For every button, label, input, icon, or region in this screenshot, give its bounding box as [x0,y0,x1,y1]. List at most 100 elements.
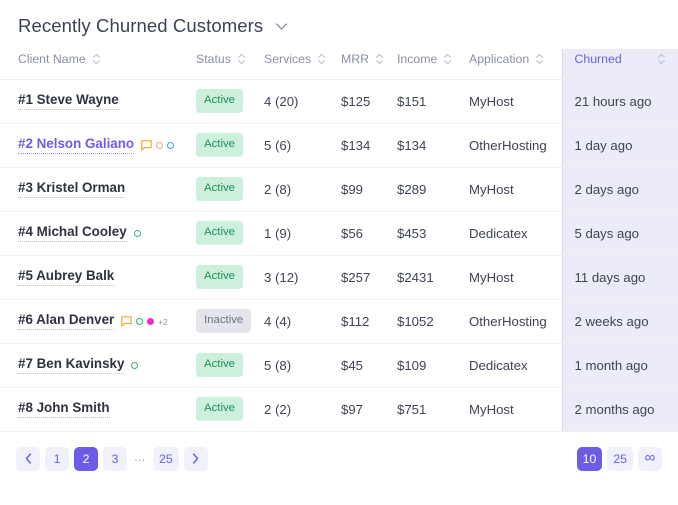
cell-services: 2 (2) [264,387,341,432]
pagination-controls: 1 2 3... 25 [16,446,208,471]
cell-mrr: $134 [341,123,397,168]
client-name-link[interactable]: #1 Steve Wayne [18,92,119,110]
table-row[interactable]: #7 Ben Kavinsky Active 5 (8) $45 $109 Dedicat… [0,343,678,388]
client-name-link[interactable]: #3 Kristel Orman [18,180,126,198]
cell-client-name: #8 John Smith [0,387,196,432]
table-row[interactable]: #2 Nelson Galiano Active 5 (6) $134 $134 Othe… [0,123,678,168]
column-header-services[interactable]: Services [264,49,341,80]
pagination-next-button[interactable] [183,446,208,471]
cell-churned: 21 hours ago [561,79,678,124]
row-icon-group [131,361,139,369]
cell-churned: 5 days ago [561,211,678,256]
recently-churned-customers-card: Recently Churned Customers Client Name St… [0,0,678,505]
row-icon-group: +2 [121,315,168,327]
row-icon-group [133,229,141,237]
cell-client-name: #5 Aubrey Balk [0,255,196,300]
client-name-link[interactable]: #6 Alan Denver [18,312,115,330]
status-badge: Active [196,397,244,421]
circle-hollow-icon[interactable] [167,141,175,149]
client-name-link[interactable]: #5 Aubrey Balk [18,268,115,286]
sort-icon[interactable] [237,52,246,66]
pagination-page-button[interactable]: 2 [74,446,98,471]
card-header: Recently Churned Customers [0,0,678,36]
column-header-churned[interactable]: Churned [561,49,678,80]
cell-income: $134 [397,123,469,168]
pagination-page-button[interactable]: 1 [45,446,69,471]
client-name-link[interactable]: #8 John Smith [18,400,110,418]
table-header-row: Client Name Status Services MRR Income Applic… [0,49,678,80]
cell-status: Active [196,387,264,432]
cell-client-name: #6 Alan Denver +2 [0,299,196,344]
sort-icon[interactable] [317,52,326,66]
cell-income: $109 [397,343,469,388]
comment-icon[interactable] [141,139,152,151]
cell-application: MyHost [469,167,562,212]
row-icon-group [141,139,175,151]
table-row[interactable]: #5 Aubrey Balk Active 3 (12) $257 $2431 MyHos… [0,255,678,300]
column-header-label: MRR [341,51,370,66]
status-badge: Active [196,133,244,157]
page-size-infinite-button[interactable]: ∞ [638,446,662,471]
status-badge: Active [196,265,244,289]
circle-hollow-icon[interactable] [133,229,141,237]
cell-application: OtherHosting [469,299,562,344]
cell-services: 4 (4) [264,299,341,344]
sort-icon[interactable] [443,52,452,66]
cell-application: Dedicatex [469,343,562,388]
status-badge: Active [196,89,244,113]
cell-income: $751 [397,387,469,432]
table-row[interactable]: #6 Alan Denver +2 Inactive 4 (4) $112 $1052 Ot… [0,299,678,344]
column-header-mrr[interactable]: MRR [341,49,397,80]
column-header-status[interactable]: Status [196,49,264,80]
cell-status: Active [196,167,264,212]
cell-status: Active [196,79,264,124]
table-row[interactable]: #8 John Smith Active 2 (2) $97 $751 MyHost 2 m… [0,387,678,432]
circle-hollow-icon[interactable] [131,361,139,369]
table-body: #1 Steve Wayne Active 4 (20) $125 $151 MyHost… [0,79,678,432]
cell-services: 5 (6) [264,123,341,168]
cell-status: Active [196,255,264,300]
column-header-label: Income [397,51,438,66]
client-name-link[interactable]: #2 Nelson Galiano [18,136,135,154]
cell-application: OtherHosting [469,123,562,168]
table-row[interactable]: #4 Michal Cooley Active 1 (9) $56 $453 Dedica… [0,211,678,256]
column-header-client_name[interactable]: Client Name [0,49,196,80]
client-name-link[interactable]: #4 Michal Cooley [18,224,127,242]
cell-income: $151 [397,79,469,124]
cell-mrr: $97 [341,387,397,432]
sort-icon[interactable] [535,52,544,66]
table-row[interactable]: #3 Kristel Orman Active 2 (8) $99 $289 MyHost… [0,167,678,212]
page-title: Recently Churned Customers [18,15,264,36]
pagination-prev-button[interactable] [16,446,40,471]
cell-client-name: #7 Ben Kavinsky [0,343,196,388]
status-badge: Active [196,221,244,245]
column-header-application[interactable]: Application [469,49,562,80]
page-size-selector: 10 25 ∞ [576,446,662,471]
sort-icon[interactable] [92,52,101,66]
cell-mrr: $56 [341,211,397,256]
circle-solid-icon[interactable] [147,317,155,325]
cell-client-name: #1 Steve Wayne [0,79,196,124]
column-header-income[interactable]: Income [397,49,469,80]
table-footer: 1 2 3... 25 10 25 ∞ [0,432,678,471]
pagination-page-button[interactable]: 25 [153,446,179,471]
sort-icon[interactable] [375,52,384,66]
cell-status: Inactive [196,299,264,344]
more-count-label[interactable]: +2 [158,317,168,327]
comment-icon[interactable] [121,315,133,327]
page-size-button[interactable]: 10 [576,446,603,471]
chevron-down-icon[interactable] [274,19,288,33]
cell-churned: 2 days ago [561,167,678,212]
circle-hollow-icon[interactable] [156,141,164,149]
cell-churned: 2 months ago [561,387,678,432]
sort-icon[interactable] [657,52,666,66]
pagination-page-list: 1 2 3... 25 [45,446,179,471]
page-size-button[interactable]: 25 [607,446,633,471]
table-row[interactable]: #1 Steve Wayne Active 4 (20) $125 $151 MyHost… [0,79,678,124]
cell-services: 1 (9) [264,211,341,256]
pagination-page-button[interactable]: 3 [103,446,127,471]
column-header-label: Client Name [18,51,86,66]
circle-hollow-icon[interactable] [136,317,144,325]
cell-application: MyHost [469,387,562,432]
client-name-link[interactable]: #7 Ben Kavinsky [18,356,125,374]
